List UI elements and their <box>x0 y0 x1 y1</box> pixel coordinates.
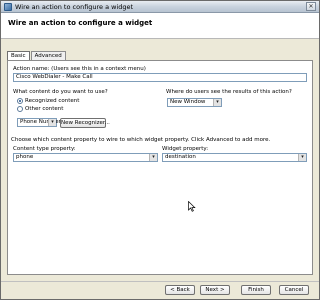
chevron-down-icon: ▾ <box>213 99 221 106</box>
content-type-value: phone <box>16 154 34 160</box>
content-type-label: Content type property: <box>13 146 76 152</box>
app-icon <box>4 2 12 11</box>
other-content-label: Other content <box>25 106 64 112</box>
wire-instruction: Choose which content property to wire to… <box>11 137 271 143</box>
tab-bar: Basic Advanced <box>7 51 67 61</box>
basic-panel: Action name: (Users see this in a contex… <box>7 60 313 275</box>
content-label: What content do you want to use? <box>13 89 108 95</box>
recognizer-select[interactable]: Phone Number ▾ <box>17 118 61 127</box>
window-title: Wire an action to configure a widget <box>15 2 134 11</box>
results-select-value: New Window <box>170 99 206 105</box>
footer-divider <box>1 281 319 282</box>
results-select[interactable]: New Window ▾ <box>167 98 222 107</box>
tab-advanced[interactable]: Advanced <box>30 51 66 60</box>
close-button[interactable]: ✕ <box>306 2 316 11</box>
wizard-window: Wire an action to configure a widget ✕ W… <box>0 0 320 300</box>
other-content-radio[interactable] <box>17 106 23 112</box>
widget-property-label: Widget property: <box>162 146 209 152</box>
chevron-down-icon: ▾ <box>149 154 157 161</box>
page-title: Wire an action to configure a widget <box>8 19 153 27</box>
results-label: Where do users see the results of this a… <box>166 89 292 95</box>
next-button[interactable]: Next > <box>200 285 230 295</box>
finish-button[interactable]: Finish <box>241 285 271 295</box>
recognized-content-radio[interactable] <box>17 98 23 104</box>
wizard-header: Wire an action to configure a widget <box>1 13 319 39</box>
cancel-button[interactable]: Cancel <box>279 285 309 295</box>
action-name-field[interactable]: Cisco WebDialer - Make Call <box>13 73 307 82</box>
title-bar: Wire an action to configure a widget ✕ <box>1 1 319 13</box>
chevron-down-icon: ▾ <box>48 119 56 126</box>
widget-property-value: destination <box>165 154 196 160</box>
action-name-label: Action name: (Users see this in a contex… <box>13 66 146 72</box>
new-recognizer-button[interactable]: New Recognizer... <box>60 118 110 128</box>
content-type-select[interactable]: phone ▾ <box>13 153 158 162</box>
chevron-down-icon: ▾ <box>298 154 306 161</box>
back-button[interactable]: < Back <box>165 285 195 295</box>
widget-property-select[interactable]: destination ▾ <box>162 153 307 162</box>
recognized-content-label: Recognized content <box>25 98 80 104</box>
